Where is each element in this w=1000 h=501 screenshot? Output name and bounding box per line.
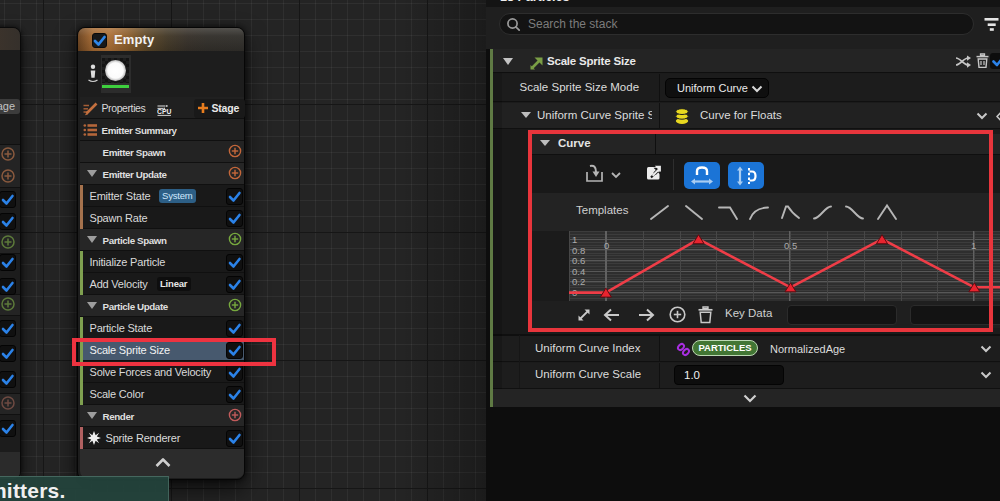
- svg-text:CPU: CPU: [157, 108, 171, 115]
